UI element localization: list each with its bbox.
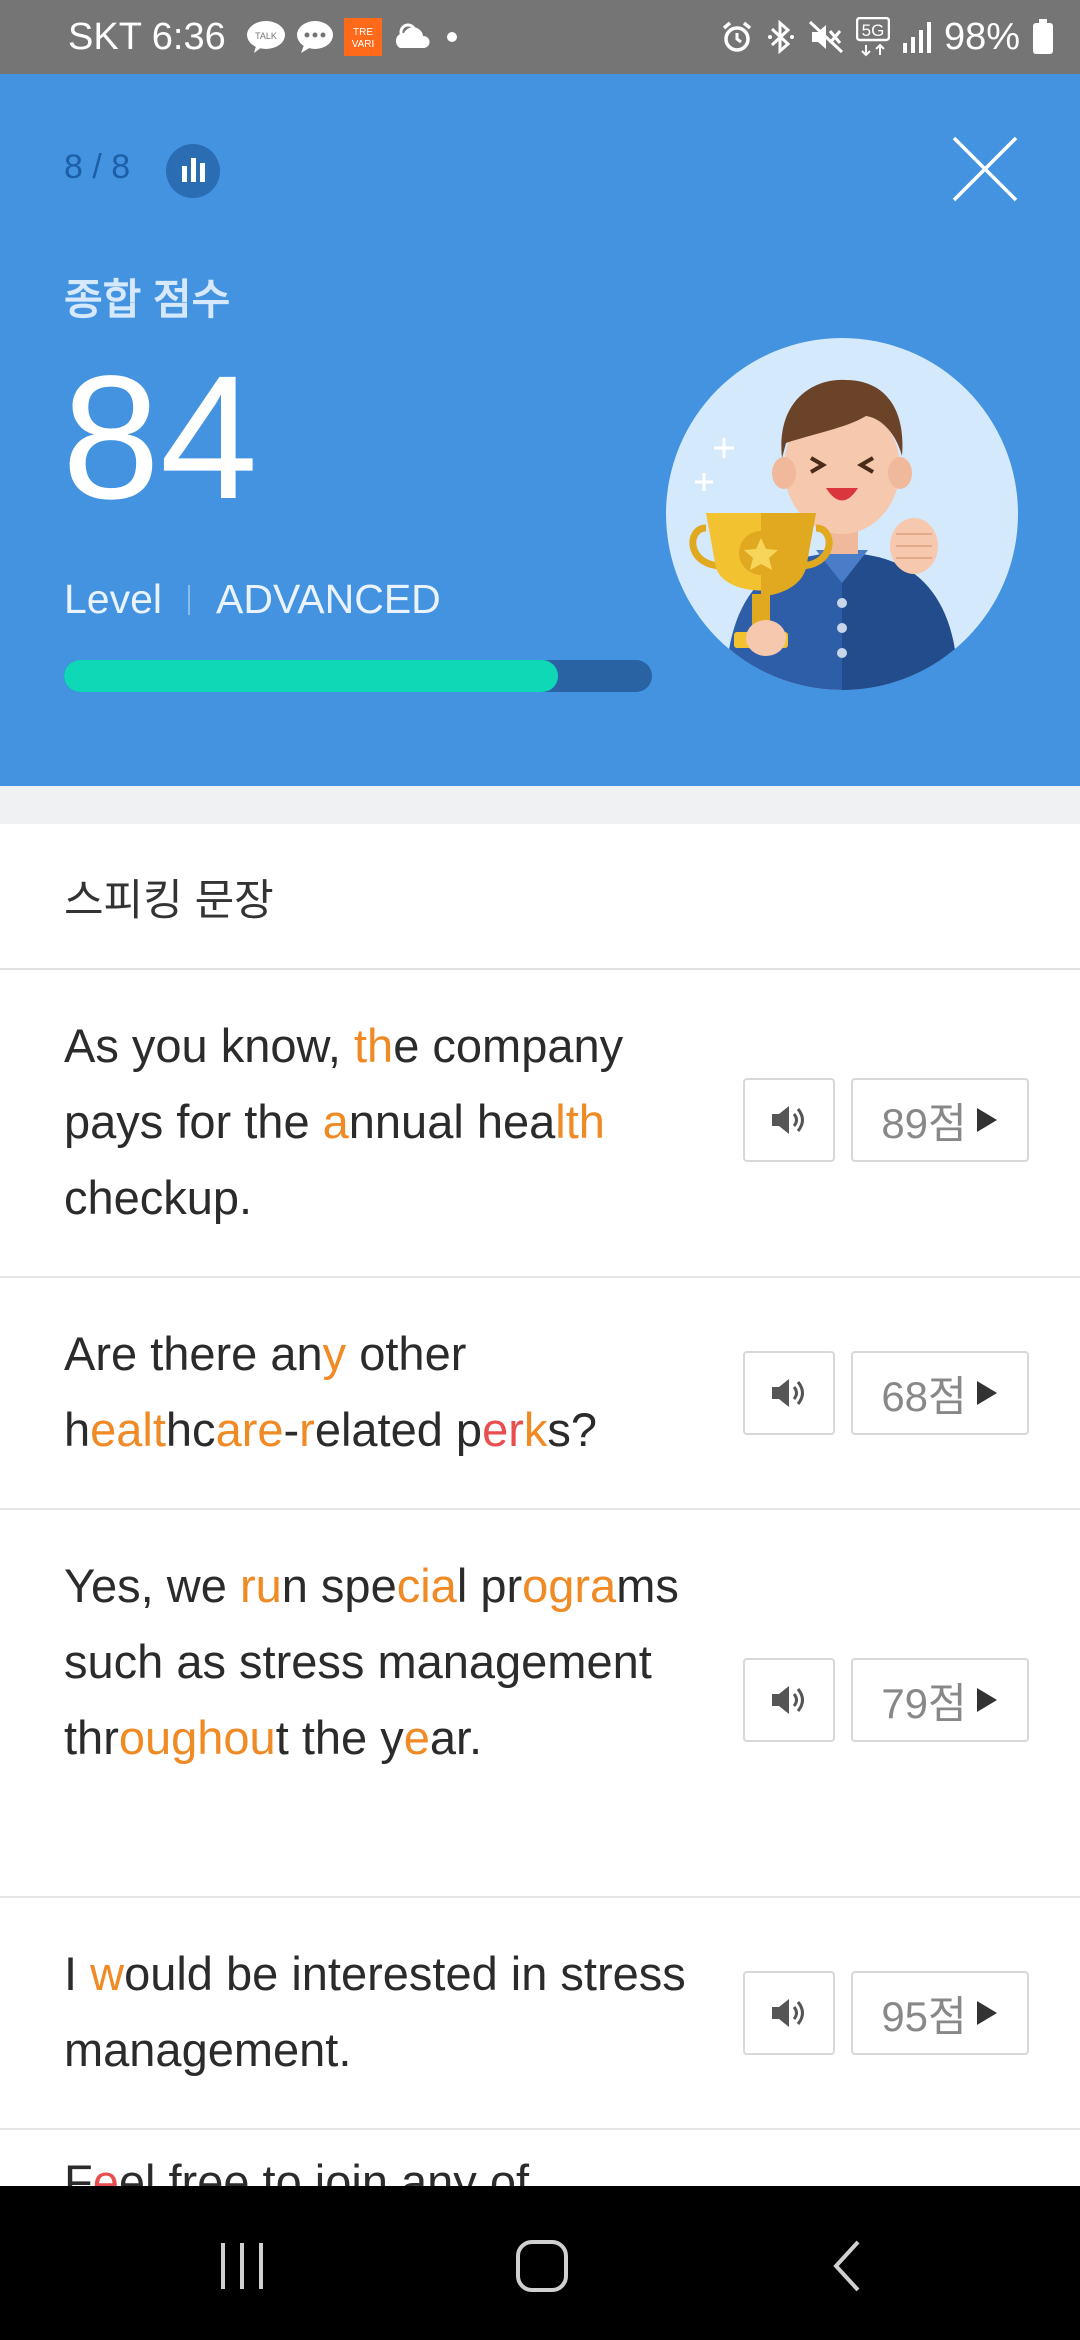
- navigation-bar: [0, 2186, 1080, 2340]
- section-gap: [0, 786, 1080, 824]
- trophy-character-illustration: [689, 379, 958, 690]
- back-button[interactable]: [808, 2226, 888, 2306]
- message-icon: [296, 20, 334, 54]
- sentence-score: 95점: [881, 1992, 967, 2040]
- play-audio-button[interactable]: [743, 1078, 835, 1162]
- sentence-row: Yes, we run special programs such as str…: [0, 1510, 1080, 1898]
- stats-icon[interactable]: [166, 144, 220, 198]
- sentence-text: I would be interested in stress manageme…: [64, 1947, 686, 2076]
- speaker-icon: [772, 1106, 804, 1134]
- status-bar: SKT 6:36 TALK TRE VARI 5G 98%: [0, 0, 1080, 74]
- score-replay-button[interactable]: 68점: [851, 1351, 1029, 1435]
- svg-text:TALK: TALK: [255, 31, 277, 41]
- sentence-row: I would be interested in stress manageme…: [0, 1898, 1080, 2130]
- level-progress-fill: [64, 660, 558, 692]
- score-replay-button[interactable]: 95점: [851, 1971, 1029, 2055]
- battery-percent: 98%: [943, 15, 1020, 58]
- play-audio-button[interactable]: [743, 1351, 835, 1435]
- sentence-score: 79점: [881, 1679, 967, 1727]
- level-row: Level ADVANCED: [64, 576, 441, 623]
- weather-icon: [392, 20, 432, 54]
- speaker-icon: [772, 1686, 804, 1714]
- sentence-text: Are there any other healthcare-related p…: [64, 1327, 598, 1456]
- play-icon: [976, 1108, 997, 1132]
- level-value: ADVANCED: [216, 576, 441, 622]
- carrier-time: SKT 6:36: [68, 15, 226, 58]
- home-icon: [516, 2240, 568, 2292]
- progress-count: 8 / 8: [64, 148, 131, 186]
- bluetooth-icon: [766, 19, 796, 55]
- score-replay-button[interactable]: 79점: [851, 1658, 1029, 1742]
- svg-text:TRE: TRE: [353, 27, 373, 38]
- close-button[interactable]: [948, 132, 1022, 206]
- play-icon: [976, 1381, 997, 1405]
- score-label: 종합 점수: [64, 276, 231, 323]
- section-title: 스피킹 문장: [64, 877, 274, 925]
- sentence-score: 68점: [881, 1372, 967, 1420]
- close-icon: [952, 136, 1018, 202]
- mute-icon: [808, 20, 844, 54]
- sentence-text: Yes, we run special programs such as str…: [64, 1559, 679, 1764]
- sentence-score: 89점: [881, 1099, 967, 1147]
- sentence-row: As you know, the company pays for the an…: [0, 970, 1080, 1278]
- kakaotalk-icon: TALK: [246, 20, 286, 54]
- sentence-text: As you know, the company pays for the an…: [64, 1019, 624, 1224]
- 5g-icon: 5G: [855, 17, 890, 57]
- trevari-icon: TRE VARI: [343, 18, 382, 56]
- recent-apps-button[interactable]: [202, 2226, 282, 2306]
- speaker-icon: [772, 1999, 804, 2027]
- play-audio-button[interactable]: [743, 1971, 835, 2055]
- section-header: 스피킹 문장: [0, 824, 1080, 970]
- battery-icon: [1032, 19, 1054, 55]
- alarm-icon: [720, 20, 754, 54]
- level-label: Level: [64, 576, 163, 622]
- svg-text:VARI: VARI: [351, 39, 374, 50]
- play-icon: [976, 2001, 997, 2025]
- home-button[interactable]: [502, 2226, 582, 2306]
- level-progress-bar: [64, 660, 652, 692]
- play-audio-button[interactable]: [743, 1658, 835, 1742]
- back-icon: [833, 2240, 860, 2292]
- recent-apps-icon: [221, 2243, 263, 2289]
- level-divider: [188, 584, 191, 615]
- sentence-list: As you know, the company pays for the an…: [0, 970, 1080, 2130]
- avatar-illustration: [666, 338, 1018, 690]
- play-icon: [976, 1688, 997, 1712]
- score-replay-button[interactable]: 89점: [851, 1078, 1029, 1162]
- speaker-icon: [772, 1379, 804, 1407]
- sentence-row: Are there any other healthcare-related p…: [0, 1278, 1080, 1510]
- signal-icon: [902, 21, 932, 53]
- total-score: 84: [62, 340, 258, 536]
- svg-text:5G: 5G: [862, 21, 885, 40]
- dot-icon: [442, 27, 462, 47]
